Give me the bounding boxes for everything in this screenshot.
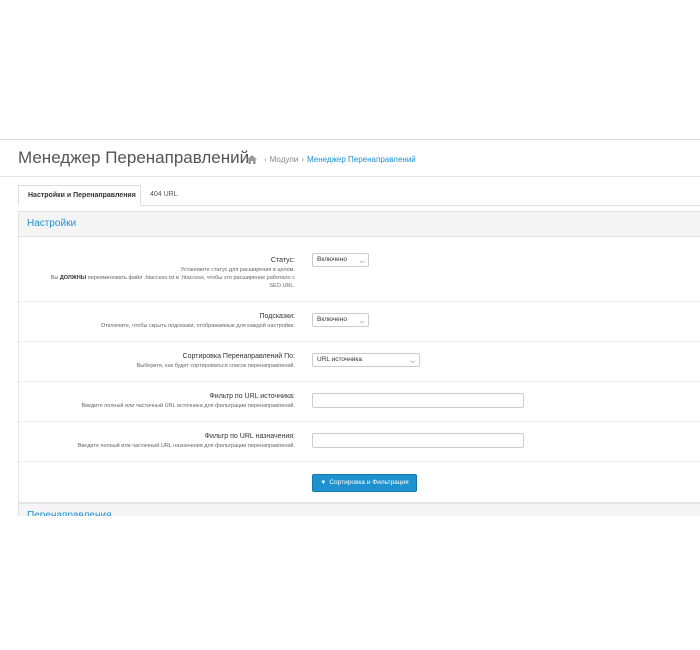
sort-label: Сортировка Перенаправлений По: — [182, 353, 295, 360]
breadcrumb-redirect-manager[interactable]: Менеджер Перенаправлений — [307, 155, 416, 164]
status-help-line3: SEO URL. — [269, 283, 295, 289]
breadcrumb-separator: › — [264, 155, 267, 164]
tab-bar: Настройки и Перенаправления 404 URL — [18, 185, 700, 206]
page-header: Менеджер Перенаправлений › Модули › Мене… — [0, 140, 700, 177]
breadcrumb-modules[interactable]: Модули — [270, 155, 299, 164]
tips-select[interactable]: Включено ⌵ — [312, 313, 369, 327]
settings-heading: Настройки — [19, 212, 700, 237]
breadcrumb-separator: › — [301, 155, 304, 164]
source-filter-label-group: Фильтр по URL источника: Введите полный … — [15, 393, 296, 410]
redirects-heading: Перенаправления — [27, 510, 112, 516]
chevron-down-icon: ⌵ — [410, 359, 415, 365]
settings-panel: Настройки Статус: Установите статус для … — [18, 211, 700, 503]
source-filter-label: Фильтр по URL источника: — [209, 393, 295, 400]
sort-row: Сортировка Перенаправлений По: Выберите,… — [19, 341, 700, 382]
status-select-value: Включено — [317, 256, 347, 263]
status-label-group: Статус: Установите статус для расширения… — [15, 257, 295, 290]
chevron-down-icon: ⌵ — [359, 259, 364, 265]
dest-filter-help: Введите полный или частичный URL назначе… — [77, 443, 295, 449]
tips-label-group: Подсказки: Отключите, чтобы скрыть подск… — [15, 313, 295, 330]
status-help-line1: Установите статус для расширения в целом… — [180, 267, 295, 273]
source-filter-help: Введите полный или частичный URL источни… — [81, 403, 296, 409]
dest-filter-row: Фильтр по URL назначения: Введите полный… — [19, 421, 700, 462]
status-row: Статус: Установите статус для расширения… — [19, 237, 700, 302]
sort-label-group: Сортировка Перенаправлений По: Выберите,… — [15, 353, 295, 370]
sort-filter-button-label: Сортировка и Фильтрация — [329, 479, 409, 486]
breadcrumb: › Модули › Менеджер Перенаправлений — [247, 155, 416, 164]
filter-icon: ▼ — [320, 480, 327, 486]
dest-filter-input[interactable] — [312, 433, 524, 448]
tips-help: Отключите, чтобы скрыть подсказки, отобр… — [101, 323, 295, 329]
home-icon[interactable] — [247, 155, 257, 164]
tips-label: Подсказки: — [259, 313, 295, 320]
dest-filter-label-group: Фильтр по URL назначения: Введите полный… — [15, 433, 295, 450]
dest-filter-label: Фильтр по URL назначения: — [204, 433, 295, 440]
sort-select-value: URL источника — [317, 356, 363, 363]
source-filter-input[interactable] — [312, 393, 524, 408]
page-title: Менеджер Перенаправлений — [18, 148, 250, 167]
sort-filter-button[interactable]: ▼ Сортировка и Фильтрация — [312, 474, 417, 492]
tab-settings-redirects[interactable]: Настройки и Перенаправления — [18, 185, 141, 206]
redirects-panel: Перенаправления — [18, 503, 700, 516]
tab-404-url[interactable]: 404 URL — [141, 185, 183, 205]
sort-help: Выберите, как будет сортироваться список… — [136, 363, 295, 369]
chevron-down-icon: ⌵ — [359, 319, 364, 325]
app-frame: Менеджер Перенаправлений › Модули › Мене… — [0, 139, 700, 516]
status-label: Статус: — [270, 257, 295, 264]
status-help-line2: Вы ДОЛЖНЫ переименовать файл .htaccess.t… — [50, 275, 295, 281]
sort-select[interactable]: URL источника ⌵ — [312, 353, 420, 367]
source-filter-row: Фильтр по URL источника: Введите полный … — [19, 381, 700, 422]
status-select[interactable]: Включено ⌵ — [312, 253, 369, 267]
tips-select-value: Включено — [317, 316, 347, 323]
tips-row: Подсказки: Отключите, чтобы скрыть подск… — [19, 301, 700, 342]
status-help: Установите статус для расширения в целом… — [15, 266, 295, 290]
